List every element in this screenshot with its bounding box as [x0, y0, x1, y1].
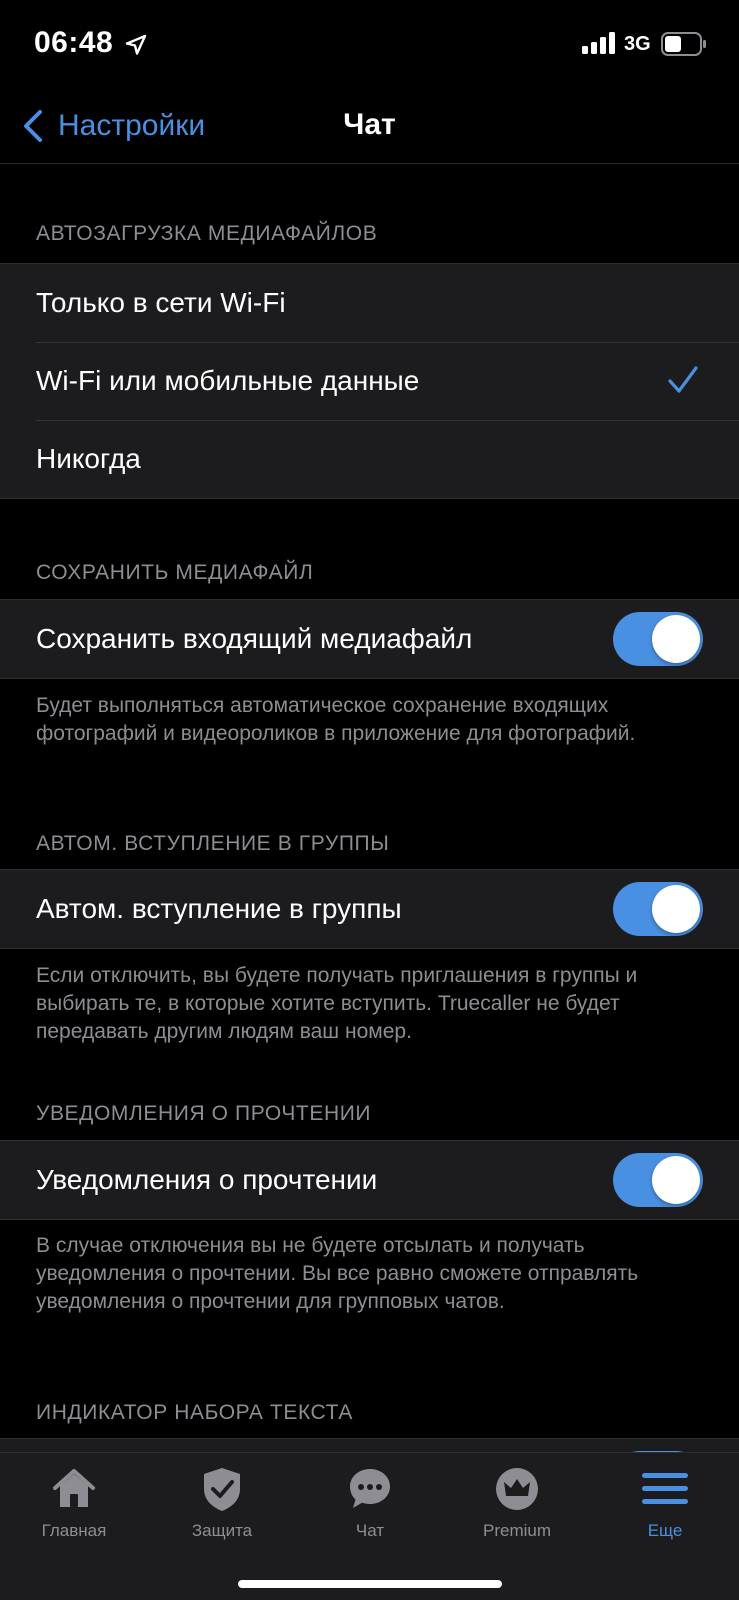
screen: 06:48 3G Чат Настройки АВТОЗАГРУЗКА МЕДИ…: [0, 0, 739, 1600]
toggle-knob: [652, 1156, 700, 1204]
section-header-save-media: СОХРАНИТЬ МЕДИАФАЙЛ: [36, 561, 314, 584]
tab-chat[interactable]: Чат: [296, 1453, 444, 1563]
location-arrow-icon: [125, 34, 147, 55]
option-label: Только в сети Wi-Fi: [36, 287, 286, 318]
read-receipts-label: Уведомления о прочтении: [36, 1164, 378, 1195]
save-media-toggle[interactable]: [613, 612, 703, 666]
back-button[interactable]: Настройки: [22, 106, 205, 146]
option-label: Wi-Fi или мобильные данные: [36, 365, 420, 396]
auto-join-footer: Если отключить, вы будете получать пригл…: [36, 964, 638, 1043]
status-time: 06:48: [34, 26, 114, 59]
section-header-autodownload: АВТОЗАГРУЗКА МЕДИАФАЙЛОВ: [36, 222, 378, 245]
toggle-knob: [652, 885, 700, 933]
tab-label: Защита: [191, 1521, 253, 1540]
save-media-label: Сохранить входящий медиафайл: [36, 623, 473, 654]
option-wifi-only[interactable]: Только в сети Wi-Fi: [0, 264, 739, 342]
tab-protection[interactable]: Защита: [148, 1453, 296, 1563]
save-media-row: Сохранить входящий медиафайл: [0, 600, 739, 678]
tab-label: Premium: [482, 1521, 551, 1540]
network-type: 3G: [624, 33, 651, 55]
auto-join-label: Автом. вступление в группы: [36, 893, 402, 924]
section-header-typing-indicator: ИНДИКАТОР НАБОРА ТЕКСТА: [36, 1401, 353, 1424]
save-media-group: Сохранить входящий медиафайл: [0, 599, 739, 679]
tab-home[interactable]: Главная: [0, 1453, 148, 1563]
back-label: Настройки: [58, 109, 206, 142]
crown-icon: [496, 1468, 538, 1510]
read-receipts-toggle[interactable]: [613, 1153, 703, 1207]
option-never[interactable]: Никогда: [0, 420, 739, 498]
read-receipts-footer: В случае отключения вы не будете отсылат…: [36, 1234, 639, 1313]
tab-premium[interactable]: Premium: [443, 1453, 591, 1563]
auto-join-toggle[interactable]: [613, 882, 703, 936]
read-receipts-row: Уведомления о прочтении: [0, 1141, 739, 1219]
section-header-read-receipts: УВЕДОМЛЕНИЯ О ПРОЧТЕНИИ: [36, 1102, 372, 1125]
menu-lines-icon: [642, 1473, 688, 1504]
read-receipts-group: Уведомления о прочтении: [0, 1140, 739, 1220]
tab-bar: Главная Защита Чат Premium Еще: [0, 1452, 739, 1600]
option-wifi-or-mobile[interactable]: Wi-Fi или мобильные данные: [0, 342, 739, 420]
chevron-left-icon: [24, 110, 42, 142]
auto-join-group: Автом. вступление в группы: [0, 869, 739, 949]
home-icon: [53, 1469, 95, 1507]
autodownload-group: Только в сети Wi-Fi Wi-Fi или мобильные …: [0, 263, 739, 499]
tab-label: Главная: [41, 1521, 107, 1540]
section-header-auto-join: АВТОМ. ВСТУПЛЕНИЕ В ГРУППЫ: [36, 832, 390, 855]
auto-join-row: Автом. вступление в группы: [0, 870, 739, 948]
tab-label: Чат: [355, 1521, 385, 1540]
nav-bar: Чат Настройки: [0, 88, 739, 164]
status-bar: 06:48 3G: [0, 0, 739, 88]
shield-check-icon: [204, 1468, 240, 1511]
signal-bars-icon: [582, 32, 615, 54]
tab-more[interactable]: Еще: [591, 1453, 739, 1563]
tab-label: Еще: [647, 1521, 683, 1540]
battery-icon: [661, 32, 706, 56]
checkmark-icon: [668, 366, 698, 393]
option-label: Никогда: [36, 443, 141, 474]
home-indicator: [238, 1580, 502, 1588]
save-media-footer: Будет выполняться автоматическое сохране…: [36, 694, 636, 745]
chat-bubble-icon: [350, 1469, 390, 1508]
toggle-knob: [652, 615, 700, 663]
